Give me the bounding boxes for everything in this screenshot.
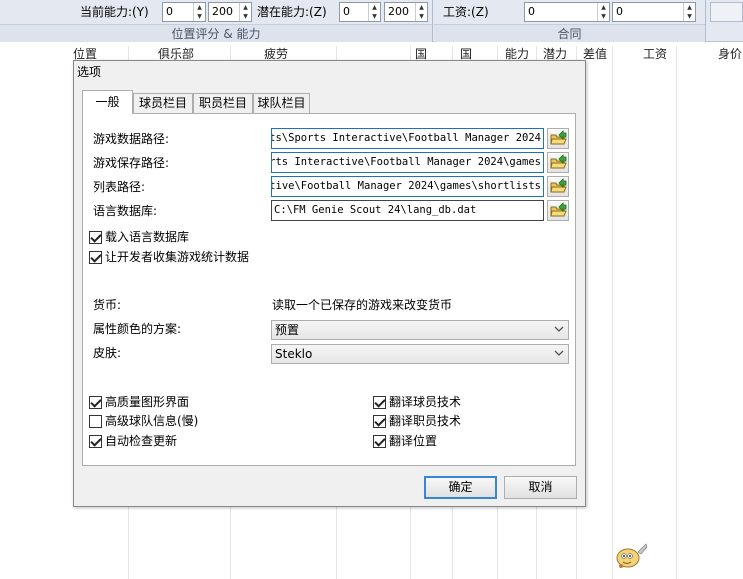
chevron-down-icon [554, 326, 564, 332]
open-folder-icon [550, 202, 567, 217]
load-language-db-label[interactable]: 载入语言数据库 [105, 229, 189, 245]
auto-update-checkbox[interactable] [89, 435, 102, 448]
contract-group-title: 合同 [434, 24, 705, 42]
shortlist-path-label: 列表路径: [93, 180, 146, 194]
ability-group-title: 位置评分 & 能力 [0, 24, 432, 42]
contract-filter-group: 工资:(Z) 0 ▲ ▼ 0 ▲ ▼ 合同 [434, 0, 706, 42]
browse-language-db-button[interactable] [547, 200, 569, 221]
tab-staff-columns[interactable]: 职员栏目 [193, 93, 253, 113]
shortlist-path-input[interactable]: C:\Users\User\Documents\Sports Interacti… [271, 176, 544, 197]
spinner-arrows-icon[interactable]: ▲ ▼ [368, 3, 380, 21]
game-save-path-input[interactable]: C:\Users\User\Documents\Sports Interacti… [271, 152, 544, 173]
translate-positions-label[interactable]: 翻译位置 [389, 433, 437, 449]
high-quality-ui-label[interactable]: 高质量图形界面 [105, 394, 189, 410]
advanced-team-info-label[interactable]: 高级球队信息(慢) [105, 413, 198, 429]
translate-staff-skills-label[interactable]: 翻译职员技术 [389, 413, 461, 429]
open-folder-icon [550, 130, 567, 145]
toolbar-extra-field[interactable] [710, 2, 743, 22]
advanced-team-info-checkbox[interactable] [89, 415, 102, 428]
translate-positions-checkbox[interactable] [373, 435, 386, 448]
high-quality-ui-checkbox[interactable] [89, 396, 102, 409]
filter-toolbar: 当前能力:(Y) 0 ▲ ▼ 200 ▲ ▼ 潜在能力:(Z) 0 ▲ ▼ 200 ▲… [0, 0, 743, 42]
browse-shortlist-button[interactable] [547, 176, 569, 197]
color-scheme-label: 属性颜色的方案: [93, 322, 182, 336]
current-ability-label: 当前能力:(Y) [80, 5, 149, 19]
currency-value: 读取一个已保存的游戏来改变货币 [272, 298, 453, 312]
tab-general[interactable]: 一般 [82, 90, 133, 114]
auto-update-label[interactable]: 自动检查更新 [105, 433, 177, 449]
grid-divider [612, 46, 613, 579]
potential-ability-min-spinner[interactable]: 0 ▲ ▼ [339, 2, 381, 22]
wage-label: 工资:(Z) [443, 5, 489, 19]
genie-mascot-icon[interactable] [610, 538, 650, 572]
translate-player-skills-label[interactable]: 翻译球员技术 [389, 394, 461, 410]
potential-ability-max-spinner[interactable]: 200 ▲ ▼ [384, 2, 428, 22]
collect-stats-label[interactable]: 让开发者收集游戏统计数据 [105, 249, 249, 265]
current-ability-min-spinner[interactable]: 0 ▲ ▼ [162, 2, 206, 22]
collect-stats-checkbox[interactable] [89, 251, 102, 264]
translate-staff-skills-checkbox[interactable] [373, 415, 386, 428]
load-language-db-checkbox[interactable] [89, 231, 102, 244]
column-header-wage[interactable]: 工资 [643, 46, 667, 62]
skin-label: 皮肤: [93, 346, 122, 360]
color-scheme-select[interactable]: 预置 [271, 320, 569, 340]
translate-player-skills-checkbox[interactable] [373, 396, 386, 409]
tab-player-columns[interactable]: 球员栏目 [133, 93, 193, 113]
ok-button[interactable]: 确定 [424, 476, 497, 499]
chevron-down-icon [554, 350, 564, 356]
open-folder-icon [550, 154, 567, 169]
skin-select[interactable]: Steklo [271, 344, 569, 364]
game-data-path-input[interactable]: C:\Program Files (x86)\Steam\steamapps\c… [271, 128, 544, 149]
spinner-arrows-icon[interactable]: ▲ ▼ [239, 3, 251, 21]
spinner-arrows-icon[interactable]: ▲ ▼ [193, 3, 205, 21]
column-header-difference[interactable]: 差值 [583, 46, 607, 62]
wage-min-spinner[interactable]: 0 ▲ ▼ [524, 2, 610, 22]
ability-filter-group: 当前能力:(Y) 0 ▲ ▼ 200 ▲ ▼ 潜在能力:(Z) 0 ▲ ▼ 200 ▲… [0, 0, 433, 42]
current-ability-max-spinner[interactable]: 200 ▲ ▼ [208, 2, 252, 22]
browse-game-data-button[interactable] [547, 128, 569, 149]
wage-max-spinner[interactable]: 0 ▲ ▼ [612, 2, 696, 22]
spinner-arrows-icon[interactable]: ▲ ▼ [683, 3, 695, 21]
game-save-path-label: 游戏保存路径: [93, 156, 170, 170]
grid-divider [676, 46, 677, 579]
tab-team-columns[interactable]: 球队栏目 [253, 93, 310, 113]
currency-label: 货币: [93, 298, 122, 312]
browse-game-save-button[interactable] [547, 152, 569, 173]
spinner-arrows-icon[interactable]: ▲ ▼ [597, 3, 609, 21]
cancel-button[interactable]: 取消 [504, 476, 577, 499]
language-db-label: 语言数据库: [93, 204, 158, 218]
language-db-input[interactable]: C:\FM Genie Scout 24\lang_db.dat [271, 200, 544, 221]
open-folder-icon [550, 178, 567, 193]
game-data-path-label: 游戏数据路径: [93, 132, 170, 146]
dialog-title: 选项 [77, 65, 102, 79]
column-header-value[interactable]: 身价 [718, 46, 742, 62]
spinner-arrows-icon[interactable]: ▲ ▼ [415, 3, 427, 21]
potential-ability-label: 潜在能力:(Z) [257, 5, 327, 19]
